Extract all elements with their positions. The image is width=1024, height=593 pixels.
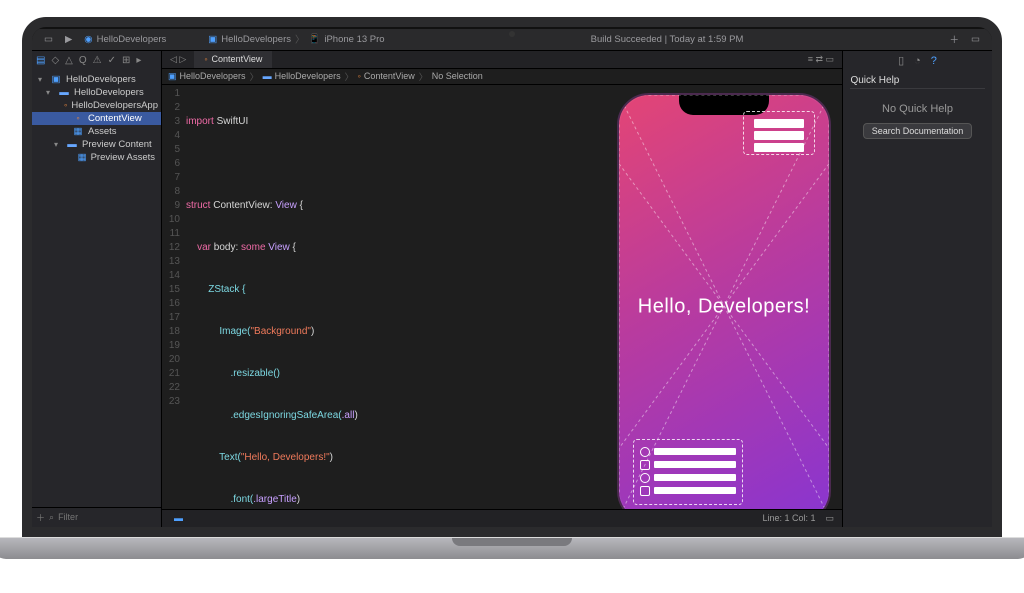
code-lines[interactable]: import SwiftUI struct ContentView: View … (186, 87, 606, 509)
editor-options-button[interactable]: ≡ ⇄ ▭ (800, 54, 842, 65)
build-status-label: Build Succeeded | Today at 1:59 PM (591, 34, 744, 45)
run-button[interactable]: ▶ (59, 29, 78, 50)
canvas-toggle-icon[interactable]: ▭ (825, 513, 834, 524)
navigator-panel: ▤ ◇ △ Q ⚠ ✓ ⊞ ▸ ▾▣HelloDevelopers ▾▬Hell… (32, 51, 162, 527)
scheme-device-label: iPhone 13 Pro (324, 34, 384, 45)
file-inspector-icon[interactable]: ▯ (898, 54, 904, 67)
run-destination-selector[interactable]: ▣ HelloDevelopers 〉 📱 iPhone 13 Pro (202, 29, 390, 50)
find-navigator-icon[interactable]: Q (79, 55, 87, 66)
symbol-navigator-icon[interactable]: △ (65, 55, 73, 66)
scheme-app-label: HelloDevelopers (97, 34, 167, 45)
tree-file-contentview[interactable]: ◦ContentView (32, 112, 161, 125)
project-navigator-icon[interactable]: ▤ (36, 55, 45, 66)
editor-status-bar: ▬ Line: 1 Col: 1 ▭ (162, 509, 842, 527)
history-inspector-icon[interactable]: ◔ (914, 55, 921, 67)
source-control-icon[interactable]: ◇ (51, 55, 59, 66)
editor-area: ◁ ▷ ◦ContentView ≡ ⇄ ▭ ▣HelloDevelopers〉… (162, 51, 842, 527)
tree-file-assets[interactable]: ▦Assets (32, 125, 161, 138)
laptop-camera (509, 31, 515, 37)
jump-bar[interactable]: ▣HelloDevelopers〉 ▬HelloDevelopers〉 ◦Con… (162, 69, 842, 85)
line-gutter: 1234567891011121314151617181920212223 (162, 87, 186, 509)
library-button[interactable]: ▭ (965, 29, 986, 50)
tree-group[interactable]: ▾▬HelloDevelopers (32, 86, 161, 99)
add-target-button[interactable]: ＋ (36, 511, 45, 524)
test-navigator-icon[interactable]: ✓ (108, 55, 116, 66)
preview-device-iphone: Hello, Developers! (617, 93, 831, 509)
navigator-toggle-button[interactable]: ▭ (38, 29, 59, 50)
search-documentation-button[interactable]: Search Documentation (863, 123, 973, 139)
editor-tab-bar: ◁ ▷ ◦ContentView ≡ ⇄ ▭ (162, 51, 842, 69)
safe-area-bottom-placeholder (633, 439, 743, 505)
breakpoint-navigator-icon[interactable]: ▸ (136, 55, 141, 66)
editor-tab-active[interactable]: ◦ContentView (194, 51, 272, 68)
project-tree: ▾▣HelloDevelopers ▾▬HelloDevelopers ◦Hel… (32, 71, 161, 507)
safe-area-top-placeholder (743, 111, 815, 155)
tree-preview-assets[interactable]: ▦Preview Assets (32, 151, 161, 164)
navigator-tabs[interactable]: ▤ ◇ △ Q ⚠ ✓ ⊞ ▸ (32, 51, 161, 71)
issue-navigator-icon[interactable]: ⚠ (93, 55, 102, 66)
inspector-section-title: Quick Help (850, 71, 984, 89)
no-quick-help-label: No Quick Help (882, 103, 953, 115)
scheme-target-label: HelloDevelopers (221, 34, 291, 45)
tab-history-back[interactable]: ◁ ▷ (162, 54, 194, 65)
filter-icon: ⌕ (49, 512, 54, 523)
inspector-panel: ▯ ◔ ? Quick Help No Quick Help Search Do… (842, 51, 992, 527)
tree-project-root[interactable]: ▾▣HelloDevelopers (32, 73, 161, 86)
scheme-selector[interactable]: ◉ HelloDevelopers (78, 29, 172, 50)
preview-text-label: Hello, Developers! (638, 295, 810, 318)
quick-help-inspector-icon[interactable]: ? (931, 55, 937, 67)
tree-file-app[interactable]: ◦HelloDevelopersApp (32, 99, 161, 112)
filter-input[interactable] (58, 512, 175, 522)
add-button[interactable]: ＋ (944, 29, 966, 50)
tree-preview-group[interactable]: ▾▬Preview Content (32, 138, 161, 151)
minimap-indicator-icon: ▬ (174, 513, 183, 523)
navigator-filter-bar: ＋ ⌕ ◔ ▭ (32, 507, 161, 527)
preview-canvas[interactable]: Hello, Developers! (606, 85, 842, 509)
source-editor[interactable]: 1234567891011121314151617181920212223 im… (162, 85, 606, 509)
debug-navigator-icon[interactable]: ⊞ (122, 55, 130, 66)
cursor-position-label: Line: 1 Col: 1 (762, 513, 815, 523)
inspector-tabs[interactable]: ▯ ◔ ? (898, 51, 937, 71)
